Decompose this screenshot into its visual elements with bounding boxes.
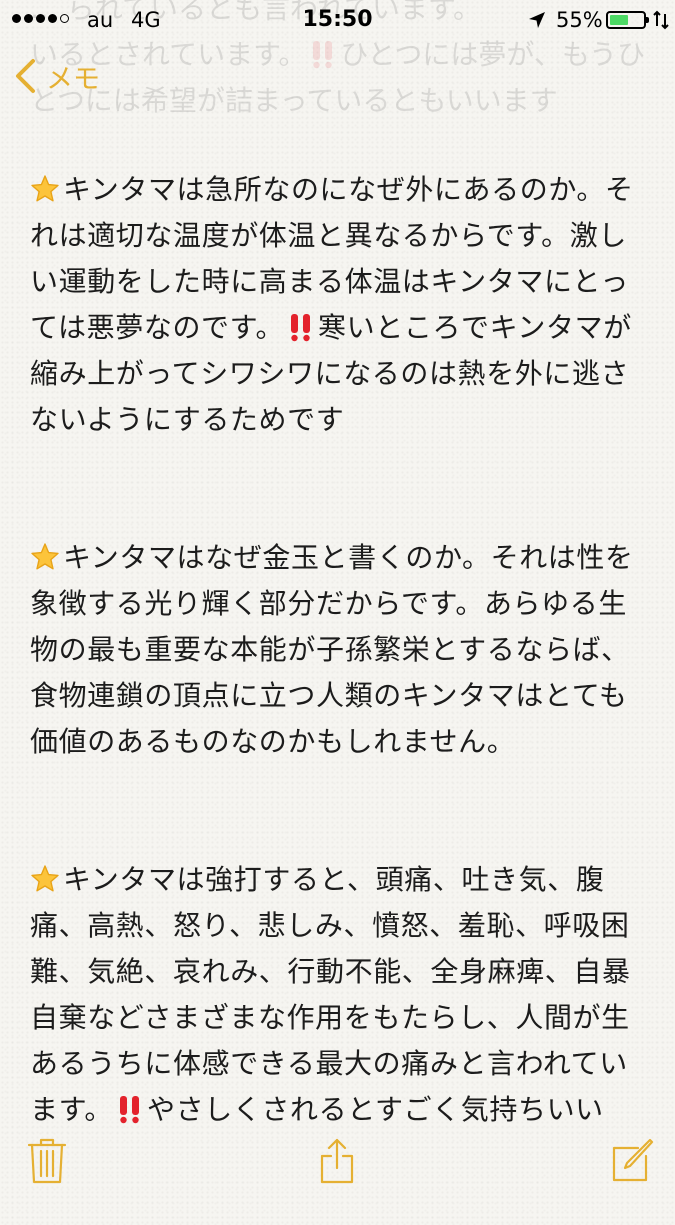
note-line: 痛、高熱、怒り、悲しみ、憤怒、羞恥、呼吸困 [30,909,630,942]
charging-icon [653,10,669,30]
back-button[interactable]: メモ [14,56,100,96]
note-line: 縮み上がってシワシワになるのは熱を外に逃さ [30,357,630,390]
double-exclamation-icon [120,1096,140,1124]
note-line: 価値のあるものなのかもしれません。 [30,725,516,758]
chevron-left-icon [16,59,35,93]
compose-button[interactable] [608,1136,654,1186]
status-bar: au 4G 15:50 55% [0,0,675,40]
note-line: あるうちに体感できる最大の痛みと言われてい [30,1047,628,1080]
star-emoji-icon [31,175,59,202]
scrolled-note-line: とつには希望が詰まっているともいいます [30,84,558,117]
note-line: 食物連鎖の頂点に立つ人類のキンタマはとても [30,679,628,712]
trash-icon [27,1138,67,1184]
note-paragraph: キンタマは強打すると、頭痛、吐き気、腹痛、高熱、怒り、悲しみ、憤怒、羞恥、呼吸困… [30,857,650,1133]
battery-percentage: 55% [556,8,603,32]
trash-button[interactable] [24,1136,70,1186]
note-line: 象徴する光り輝く部分だからです。あらゆる生 [30,587,627,620]
note-line: ては悪夢なのです。 寒いところでキンタマが [30,311,632,344]
note-paragraph: キンタマはなぜ金玉と書くのか。それは性を象徴する光り輝く部分だからです。あらゆる… [30,535,650,765]
note-paragraph: キンタマは急所なのになぜ外にあるのか。それは適切な温度が体温と異なるからです。激… [30,167,650,443]
note-line: 自棄などさまざまな作用をもたらし、人間が生 [30,1001,630,1034]
note-line: キンタマはなぜ金玉と書くのか。それは性を [30,535,650,581]
note-line: キンタマは強打すると、頭痛、吐き気、腹 [30,857,650,903]
battery-icon [606,11,649,29]
note-body[interactable]: キンタマは急所なのになぜ外にあるのか。それは適切な温度が体温と異なるからです。激… [30,167,650,1225]
location-arrow-icon [529,12,545,28]
note-line: 物の最も重要な本能が子孫繁栄とするならば、 [30,633,630,666]
back-label: メモ [46,63,100,95]
compose-icon [612,1138,654,1182]
note-line: ないようにするためです [30,403,345,436]
star-emoji-icon [31,865,59,892]
note-line: ます。 やさしくされるとすごく気持ちいい [30,1093,604,1126]
double-exclamation-icon [313,41,333,69]
share-icon [320,1138,354,1184]
note-line: れは適切な温度が体温と異なるからです。激し [30,219,627,252]
note-line: い運動をした時に高まる体温はキンタマにとっ [30,265,629,298]
share-button[interactable] [314,1136,360,1186]
star-emoji-icon [31,543,59,570]
note-line: 難、気絶、哀れみ、行動不能、全身麻痺、自暴 [30,955,631,988]
note-line: キンタマは急所なのになぜ外にあるのか。そ [30,167,650,213]
double-exclamation-icon [291,314,311,342]
battery-level-fill [610,15,628,25]
